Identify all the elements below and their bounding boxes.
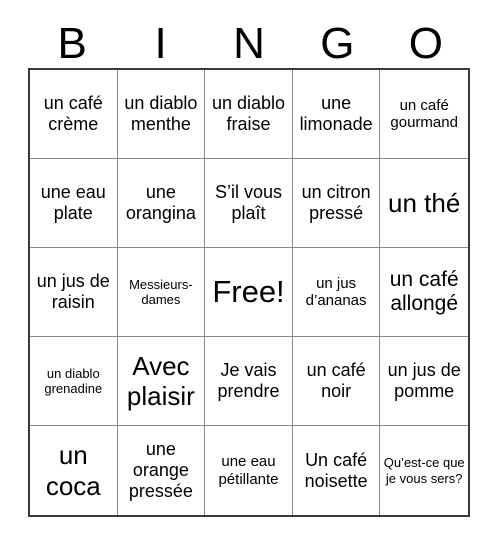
bingo-cell-text: S’il vous plaît [214, 182, 282, 223]
bingo-cell-r2c4[interactable]: un citron pressé [292, 159, 381, 248]
bingo-cell-text: un café noir [306, 360, 366, 401]
bingo-cell-text: un diablo fraise [211, 93, 286, 134]
bingo-cell-text: un coca [45, 440, 101, 501]
bingo-cell-text: une orangina [125, 182, 196, 223]
bingo-cell-r3c1[interactable]: un jus de raisin [30, 248, 118, 337]
bingo-cell-text: un diablo menthe [124, 93, 198, 134]
bingo-cell-text: un jus de pomme [387, 360, 461, 401]
bingo-header-row: B I N G O [28, 12, 470, 68]
bingo-cell-r1c3[interactable]: un diablo fraise [205, 70, 293, 159]
bingo-cell-r4c3[interactable]: Je vais prendre [205, 337, 293, 426]
bingo-cell-text: un café allongé [389, 267, 459, 315]
bingo-cell-text: un diablo grenadine [44, 365, 103, 396]
bingo-cell-r4c5[interactable]: un jus de pomme [380, 337, 468, 426]
bingo-free-space-text: Free! [212, 274, 285, 310]
bingo-cell-r2c5[interactable]: un thé [380, 159, 468, 248]
bingo-cell-text: Messieurs-dames [129, 276, 193, 307]
bingo-cell-text: une eau plate [40, 182, 106, 223]
bingo-cell-r4c4[interactable]: un café noir [292, 337, 381, 426]
bingo-cell-r5c4[interactable]: Un café noisette [292, 426, 381, 515]
bingo-cell-r3c4[interactable]: un jus d’ananas [292, 248, 381, 337]
bingo-cell-r2c3[interactable]: S’il vous plaît [205, 159, 293, 248]
bingo-cell-r4c2[interactable]: Avec plaisir [117, 337, 206, 426]
bingo-cell-free-space[interactable]: Free! [205, 248, 293, 337]
bingo-cell-r5c3[interactable]: une eau pétillante [205, 426, 293, 515]
bingo-cell-r1c4[interactable]: une limonade [292, 70, 381, 159]
bingo-cell-text: Avec plaisir [126, 350, 195, 411]
bingo-cell-r2c1[interactable]: une eau plate [30, 159, 118, 248]
bingo-cell-text: Je vais prendre [217, 360, 280, 401]
bingo-cell-text: un thé [388, 187, 461, 218]
bingo-cell-r1c5[interactable]: un café gourmand [380, 70, 468, 159]
bingo-header-letter-g: G [320, 19, 355, 68]
bingo-cell-text: une orange pressée [128, 439, 193, 501]
bingo-cell-text: une limonade [299, 93, 373, 134]
bingo-cell-r5c5[interactable]: Qu’est-ce que je vous sers? [380, 426, 468, 515]
bingo-grid: un café crème un diablo menthe un diablo… [28, 68, 470, 517]
bingo-header-letter-o: O [408, 19, 443, 68]
bingo-cell-text: un jus d’ananas [305, 274, 367, 309]
bingo-cell-text: une eau pétillante [218, 453, 279, 488]
bingo-header-letter-b: B [57, 19, 87, 68]
bingo-cell-text: un jus de raisin [36, 271, 110, 312]
bingo-header-letter-n: N [233, 19, 265, 68]
bingo-header-letter-i: I [154, 19, 167, 68]
bingo-cell-r3c5[interactable]: un café allongé [380, 248, 468, 337]
bingo-cell-r1c2[interactable]: un diablo menthe [117, 70, 206, 159]
bingo-cell-r5c1[interactable]: un coca [30, 426, 118, 515]
bingo-cell-r3c2[interactable]: Messieurs-dames [117, 248, 206, 337]
bingo-cell-text: Un café noisette [304, 449, 368, 491]
bingo-card: B I N G O un café crème un diablo menthe… [0, 0, 500, 544]
bingo-cell-text: un citron pressé [301, 182, 371, 223]
bingo-cell-r2c2[interactable]: une orangina [117, 159, 206, 248]
bingo-cell-text: un café gourmand [390, 96, 458, 131]
bingo-cell-text: un café crème [43, 93, 103, 134]
bingo-cell-r5c2[interactable]: une orange pressée [117, 426, 206, 515]
bingo-cell-r1c1[interactable]: un café crème [30, 70, 118, 159]
bingo-cell-text: Qu’est-ce que je vous sers? [383, 455, 465, 486]
bingo-cell-r4c1[interactable]: un diablo grenadine [30, 337, 118, 426]
